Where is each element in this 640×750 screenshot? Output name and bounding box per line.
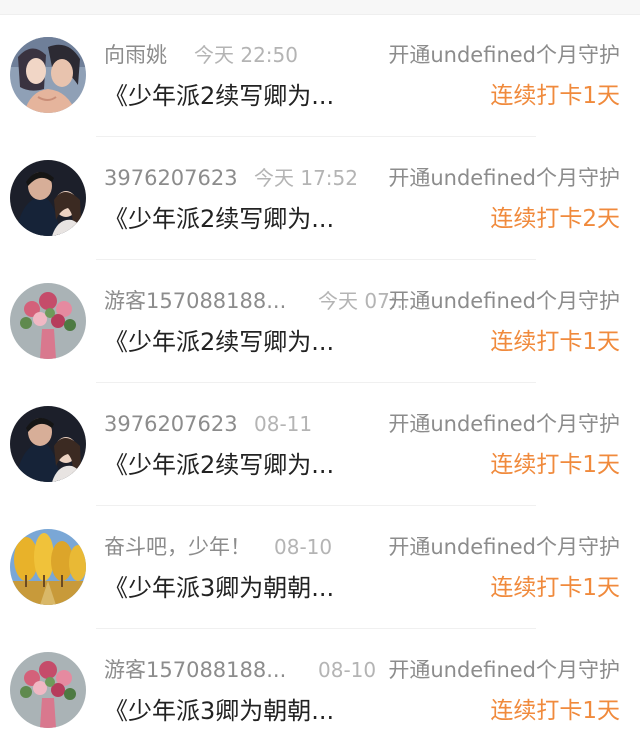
streak-text: 连续打卡1天: [490, 575, 620, 601]
avatar[interactable]: [10, 283, 86, 359]
guard-text: 开通undefined个月守护: [388, 535, 620, 559]
list-item[interactable]: 3976207623 今天 17:52 开通undefined个月守护 《少年派…: [0, 137, 640, 260]
guard-text: 开通undefined个月守护: [388, 166, 620, 190]
avatar[interactable]: [10, 160, 86, 236]
autumn-trees-avatar-icon: [10, 529, 86, 605]
guard-text: 开通undefined个月守护: [388, 43, 620, 67]
list-item[interactable]: 奋斗吧，少年！ 08-10 开通undefined个月守护 《少年派3卿为朝朝.…: [0, 506, 640, 629]
username[interactable]: 向雨姚: [104, 40, 167, 70]
guard-text: 开通undefined个月守护: [388, 412, 620, 436]
book-title[interactable]: 《少年派3卿为朝朝...: [104, 694, 334, 728]
username[interactable]: 3976207623: [104, 409, 238, 439]
couple-photo-avatar-icon: [10, 160, 86, 236]
book-title[interactable]: 《少年派2续写卿为...: [104, 202, 334, 236]
guard-text: 开通undefined个月守护: [388, 289, 620, 313]
list-item[interactable]: 向雨姚 今天 22:50 开通undefined个月守护 《少年派2续写卿为..…: [0, 14, 640, 137]
timestamp: 08-10: [318, 658, 377, 682]
list-item[interactable]: 游客157088188... 08-10 开通undefined个月守护 《少年…: [0, 629, 640, 750]
book-title[interactable]: 《少年派2续写卿为...: [104, 448, 334, 482]
avatar[interactable]: [10, 406, 86, 482]
timestamp: 08-11: [254, 412, 313, 436]
anime-couple-avatar-icon: [10, 37, 86, 113]
top-bar: [0, 0, 640, 15]
timestamp: 今天 17:52: [254, 166, 358, 190]
streak-text: 连续打卡1天: [490, 452, 620, 478]
avatar[interactable]: [10, 529, 86, 605]
book-title[interactable]: 《少年派3卿为朝朝...: [104, 571, 334, 605]
book-title[interactable]: 《少年派2续写卿为...: [104, 325, 334, 359]
streak-text: 连续打卡1天: [490, 329, 620, 355]
username[interactable]: 3976207623: [104, 163, 238, 193]
timestamp: 今天 22:50: [194, 43, 298, 67]
avatar[interactable]: [10, 37, 86, 113]
checkin-list: 向雨姚 今天 22:50 开通undefined个月守护 《少年派2续写卿为..…: [0, 14, 640, 750]
streak-text: 连续打卡2天: [490, 206, 620, 232]
streak-text: 连续打卡1天: [490, 698, 620, 724]
username[interactable]: 游客157088188...: [104, 655, 286, 685]
book-title[interactable]: 《少年派2续写卿为...: [104, 79, 334, 113]
list-item[interactable]: 游客157088188... 今天 07:... 开通undefined个月守护…: [0, 260, 640, 383]
flower-vase-avatar-icon: [10, 283, 86, 359]
username[interactable]: 奋斗吧，少年！: [104, 532, 251, 562]
avatar[interactable]: [10, 652, 86, 728]
guard-text: 开通undefined个月守护: [388, 658, 620, 682]
list-item[interactable]: 3976207623 08-11 开通undefined个月守护 《少年派2续写…: [0, 383, 640, 506]
couple-photo-avatar-icon: [10, 406, 86, 482]
timestamp: 08-10: [274, 535, 333, 559]
username[interactable]: 游客157088188...: [104, 286, 286, 316]
flower-vase-avatar-icon: [10, 652, 86, 728]
streak-text: 连续打卡1天: [490, 83, 620, 109]
